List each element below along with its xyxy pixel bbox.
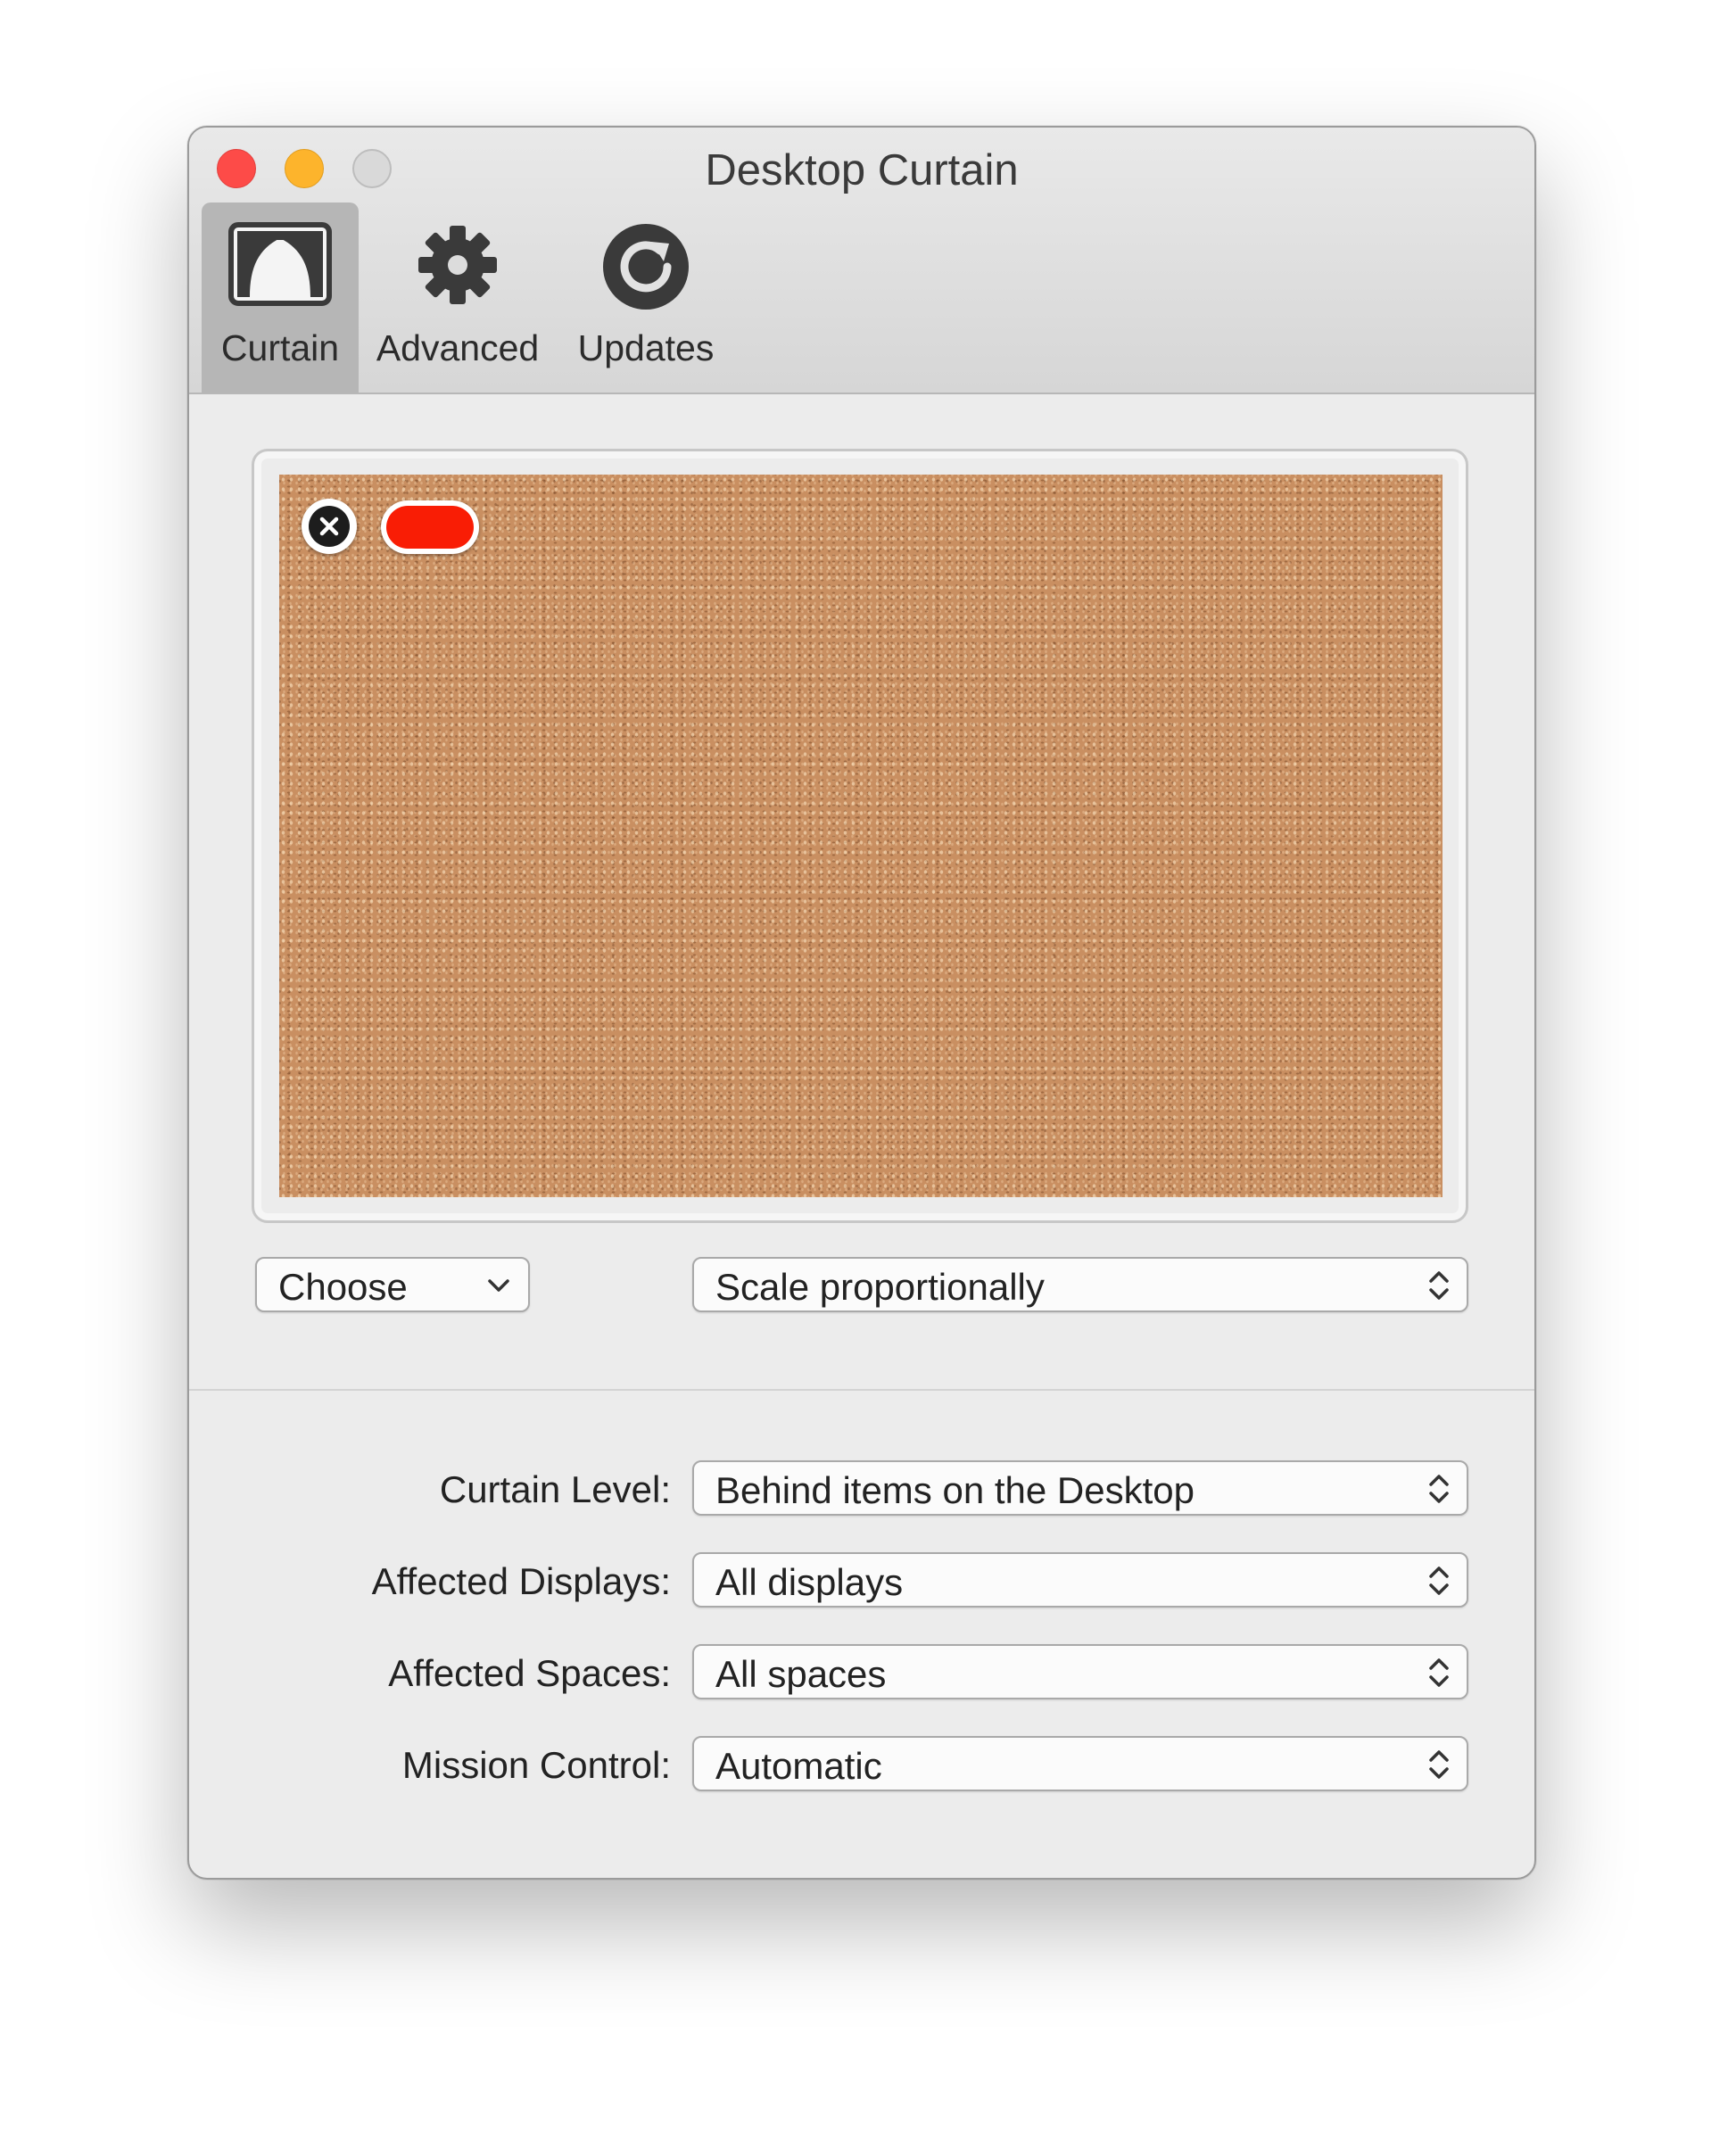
up-down-arrows-icon: [1426, 1269, 1452, 1306]
affected-spaces-popup[interactable]: All spaces: [692, 1644, 1468, 1699]
scaling-popup[interactable]: Scale proportionally: [692, 1257, 1468, 1312]
up-down-arrows-icon: [1426, 1473, 1452, 1509]
curtain-level-label: Curtain Level:: [439, 1468, 671, 1510]
curtain-preview-well[interactable]: [252, 449, 1468, 1223]
tab-curtain-label: Curtain: [220, 327, 340, 368]
up-down-arrows-icon: [1426, 1657, 1452, 1693]
scaling-value: Scale proportionally: [715, 1266, 1045, 1308]
close-icon: [309, 506, 350, 547]
title-bar: Desktop Curtain Curtain Advanced Updates: [189, 128, 1534, 394]
curtain-color-well[interactable]: [381, 500, 479, 554]
window-title: Desktop Curtain: [705, 146, 1019, 194]
choose-label: Choose: [278, 1266, 408, 1308]
mission-control-label: Mission Control:: [401, 1744, 671, 1786]
tab-advanced-label: Advanced: [376, 327, 540, 368]
curtain-level-popup[interactable]: Behind items on the Desktop: [692, 1460, 1468, 1516]
curtain-level-value: Behind items on the Desktop: [715, 1469, 1195, 1511]
section-divider: [189, 1389, 1534, 1391]
affected-displays-label: Affected Displays:: [371, 1560, 671, 1602]
up-down-arrows-icon: [1426, 1748, 1452, 1785]
chevron-down-icon: [485, 1275, 512, 1301]
color-swatch: [386, 506, 474, 549]
affected-displays-popup[interactable]: All displays: [692, 1552, 1468, 1608]
curtain-icon: [228, 222, 332, 312]
affected-displays-value: All displays: [715, 1561, 904, 1603]
tab-updates[interactable]: Updates: [557, 203, 735, 393]
mission-control-value: Automatic: [715, 1745, 882, 1787]
refresh-icon: [601, 222, 690, 316]
tab-advanced[interactable]: Advanced: [364, 203, 551, 393]
affected-spaces-label: Affected Spaces:: [388, 1652, 671, 1694]
preferences-window: Desktop Curtain Curtain Advanced Updates…: [187, 126, 1536, 1880]
choose-image-popup[interactable]: Choose: [255, 1257, 530, 1312]
gear-icon: [415, 222, 500, 312]
tab-curtain[interactable]: Curtain: [202, 203, 359, 393]
remove-image-button[interactable]: [302, 499, 357, 554]
tab-updates-label: Updates: [577, 327, 715, 368]
curtain-preview-image: [279, 475, 1443, 1197]
affected-spaces-value: All spaces: [715, 1653, 887, 1695]
mission-control-popup[interactable]: Automatic: [692, 1736, 1468, 1791]
up-down-arrows-icon: [1426, 1565, 1452, 1601]
